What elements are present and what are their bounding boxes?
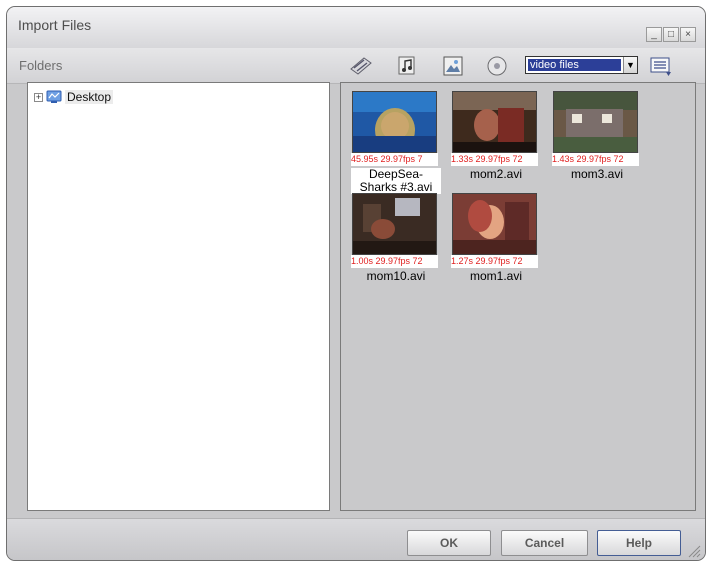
file-name: mom2.avi: [469, 167, 522, 181]
file-name: mom3.avi: [570, 167, 623, 181]
folder-tree[interactable]: + Desktop: [27, 82, 330, 511]
import-files-window: Import Files _ □ × Folders video files ▼…: [6, 6, 706, 561]
file-meta: 1.00s 29.97fps 72: [351, 255, 438, 268]
chevron-down-icon[interactable]: ▼: [623, 57, 637, 73]
file-item[interactable]: 45.95s 29.97fps 7 DeepSea-Sharks #3.avi: [351, 91, 441, 194]
maximize-button[interactable]: □: [663, 27, 679, 42]
video-thumbnail: [352, 91, 437, 153]
file-meta: 1.27s 29.97fps 72: [451, 255, 538, 268]
video-thumbnail: [452, 91, 537, 153]
ok-button[interactable]: OK: [407, 530, 491, 556]
window-controls: _ □ ×: [646, 27, 696, 42]
resize-grip-icon[interactable]: [687, 544, 701, 558]
music-note-icon[interactable]: [395, 54, 419, 78]
tree-item-label: Desktop: [65, 90, 114, 104]
file-item[interactable]: 1.43s 29.97fps 72 mom3.avi: [552, 91, 642, 181]
video-thumbnail: [553, 91, 638, 153]
file-type-selected: video files: [528, 59, 621, 71]
file-type-select[interactable]: video files ▼: [525, 56, 638, 74]
cancel-button[interactable]: Cancel: [501, 530, 588, 556]
minimize-button[interactable]: _: [646, 27, 662, 42]
file-grid[interactable]: 45.95s 29.97fps 7 DeepSea-Sharks #3.avi …: [340, 82, 696, 511]
file-item[interactable]: 1.27s 29.97fps 72 mom1.avi: [451, 193, 541, 283]
image-icon[interactable]: [441, 54, 465, 78]
window-title: Import Files: [18, 17, 92, 33]
desktop-icon: [46, 90, 62, 103]
tree-item-desktop[interactable]: + Desktop: [34, 89, 114, 105]
folders-label: Folders: [19, 58, 63, 73]
file-name: DeepSea-Sharks #3.avi: [351, 168, 441, 194]
video-film-icon[interactable]: [349, 54, 373, 78]
view-mode-icon[interactable]: [649, 54, 673, 78]
file-item[interactable]: 1.00s 29.97fps 72 mom10.avi: [351, 193, 441, 283]
video-thumbnail: [352, 193, 437, 255]
help-button[interactable]: Help: [597, 530, 681, 556]
dialog-footer: OK Cancel Help: [7, 518, 705, 560]
disc-icon[interactable]: [485, 54, 509, 78]
file-meta: 45.95s 29.97fps 7: [351, 153, 438, 166]
toolbar: Folders video files ▼: [7, 48, 705, 84]
file-meta: 1.33s 29.97fps 72: [451, 153, 538, 166]
file-item[interactable]: 1.33s 29.97fps 72 mom2.avi: [451, 91, 541, 181]
close-button[interactable]: ×: [680, 27, 696, 42]
title-bar[interactable]: Import Files _ □ ×: [7, 7, 705, 48]
file-name: mom10.avi: [366, 269, 426, 283]
file-meta: 1.43s 29.97fps 72: [552, 153, 639, 166]
video-thumbnail: [452, 193, 537, 255]
file-name: mom1.avi: [469, 269, 522, 283]
tree-expand-icon[interactable]: +: [34, 92, 43, 102]
